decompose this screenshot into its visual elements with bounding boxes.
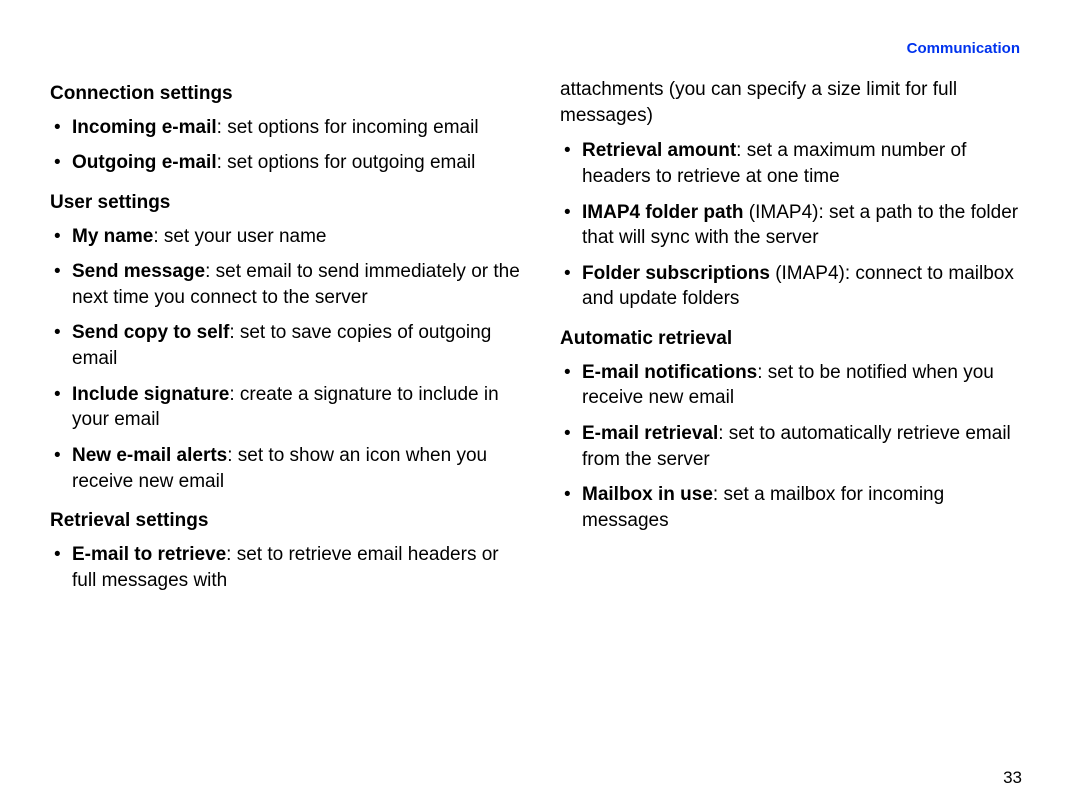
section-breadcrumb: Communication <box>50 40 1030 57</box>
heading-connection-settings: Connection settings <box>50 81 520 107</box>
list-item: Retrieval amount: set a maximum number o… <box>560 138 1030 189</box>
column-left: Connection settings Incoming e-mail: set… <box>50 77 520 607</box>
list-item: IMAP4 folder path (IMAP4): set a path to… <box>560 200 1030 251</box>
list-item: New e-mail alerts: set to show an icon w… <box>50 443 520 494</box>
term: Send copy to self <box>72 322 229 343</box>
list-item: E-mail notifications: set to be notified… <box>560 360 1030 411</box>
heading-retrieval-settings: Retrieval settings <box>50 508 520 534</box>
term: Include signature <box>72 384 229 405</box>
list-item: Folder subscriptions (IMAP4): connect to… <box>560 261 1030 312</box>
list-item: Incoming e-mail: set options for incomin… <box>50 115 520 141</box>
term: Folder subscriptions <box>582 263 770 284</box>
list-retrieval-cont: Retrieval amount: set a maximum number o… <box>560 138 1030 312</box>
column-right: attachments (you can specify a size limi… <box>560 77 1030 607</box>
page-number: 33 <box>1003 768 1022 788</box>
list-item: Send copy to self: set to save copies of… <box>50 320 520 371</box>
term: My name <box>72 226 153 247</box>
term: Outgoing e-mail <box>72 152 217 173</box>
page: Communication Connection settings Incomi… <box>0 0 1080 810</box>
term: Send message <box>72 261 205 282</box>
list-item: Send message: set email to send immediat… <box>50 259 520 310</box>
term: E-mail notifications <box>582 362 757 383</box>
content-columns: Connection settings Incoming e-mail: set… <box>50 77 1030 607</box>
heading-user-settings: User settings <box>50 190 520 216</box>
list-item: My name: set your user name <box>50 224 520 250</box>
term: New e-mail alerts <box>72 445 227 466</box>
desc: : set your user name <box>153 226 326 247</box>
term: Incoming e-mail <box>72 117 217 138</box>
desc: : set options for outgoing email <box>217 152 476 173</box>
list-item: Mailbox in use: set a mailbox for incomi… <box>560 482 1030 533</box>
list-item: E-mail to retrieve: set to retrieve emai… <box>50 542 520 593</box>
list-automatic-retrieval: E-mail notifications: set to be notified… <box>560 360 1030 534</box>
list-item: Include signature: create a signature to… <box>50 382 520 433</box>
heading-automatic-retrieval: Automatic retrieval <box>560 326 1030 352</box>
list-retrieval-settings: E-mail to retrieve: set to retrieve emai… <box>50 542 520 593</box>
term: E-mail to retrieve <box>72 544 226 565</box>
list-connection-settings: Incoming e-mail: set options for incomin… <box>50 115 520 176</box>
term: E-mail retrieval <box>582 423 718 444</box>
term: IMAP4 folder path <box>582 202 744 223</box>
list-item: E-mail retrieval: set to automatically r… <box>560 421 1030 472</box>
list-user-settings: My name: set your user name Send message… <box>50 224 520 495</box>
continuation-text: attachments (you can specify a size limi… <box>560 77 1030 128</box>
desc: : set options for incoming email <box>217 117 479 138</box>
term: Mailbox in use <box>582 484 713 505</box>
term: Retrieval amount <box>582 140 736 161</box>
list-item: Outgoing e-mail: set options for outgoin… <box>50 150 520 176</box>
